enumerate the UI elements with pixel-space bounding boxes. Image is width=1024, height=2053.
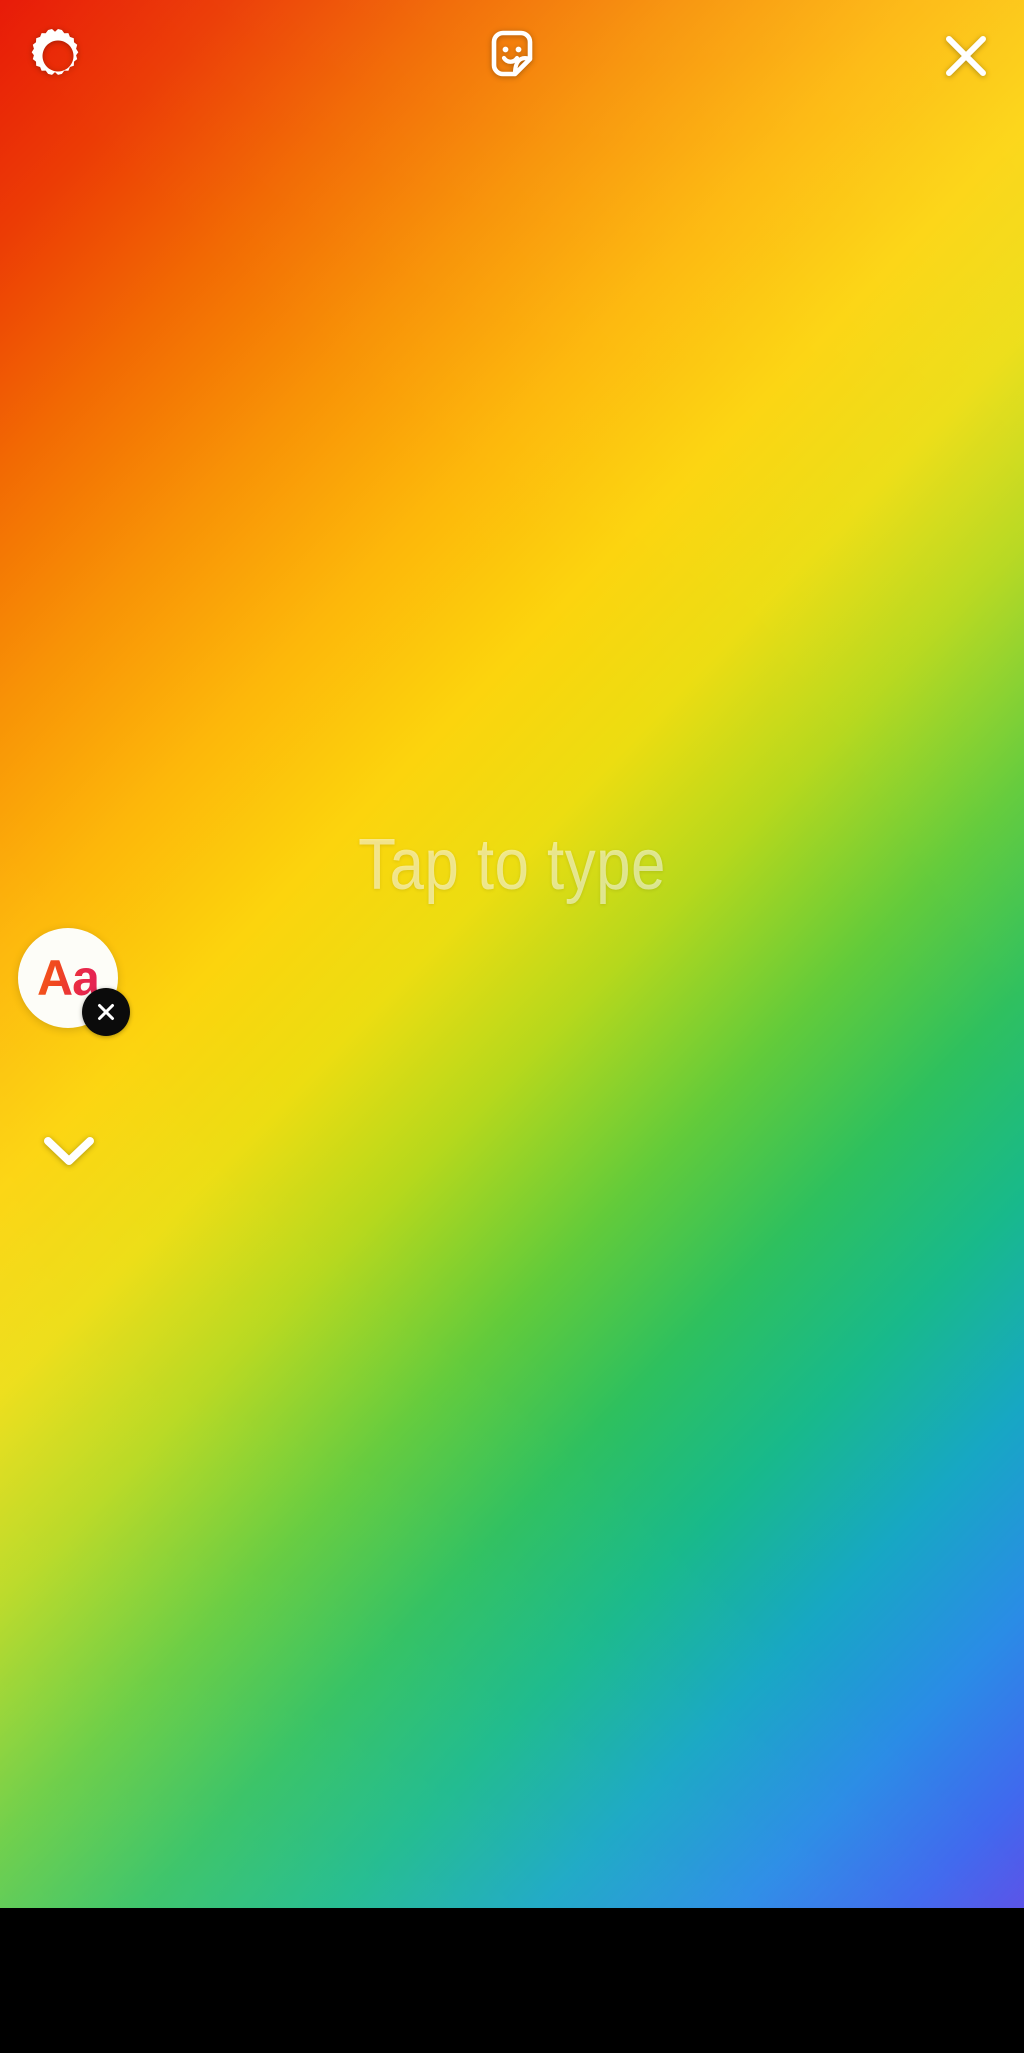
top-bar	[0, 0, 1024, 112]
bottom-bar: POST STORY REEL LIVE	[0, 1908, 1024, 2053]
chevron-down-icon	[44, 1137, 94, 1165]
sticker-button[interactable]	[476, 20, 548, 92]
collapse-chevron-button[interactable]	[42, 1128, 96, 1172]
settings-button[interactable]	[22, 20, 94, 92]
floating-chip-close-button[interactable]	[82, 988, 130, 1036]
close-icon	[98, 1004, 114, 1020]
story-composer-screen: Tap to type Aa Aa	[0, 0, 1024, 2053]
close-icon	[946, 36, 986, 76]
tool-row: Aa	[0, 1602, 1024, 1788]
sticker-icon	[491, 30, 533, 77]
story-canvas[interactable]: Tap to type Aa Aa	[0, 0, 1024, 1908]
tap-to-type-placeholder[interactable]: Tap to type	[72, 824, 953, 906]
close-button[interactable]	[930, 20, 1002, 92]
gear-icon	[31, 29, 79, 75]
floating-text-style-chip[interactable]: Aa	[18, 928, 130, 1036]
